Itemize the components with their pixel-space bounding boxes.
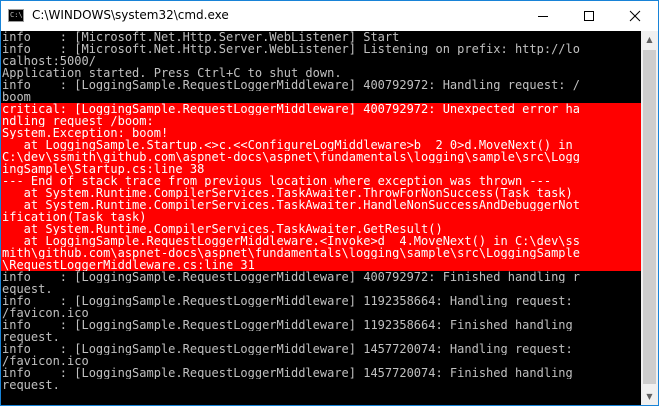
- minimize-button[interactable]: [520, 1, 566, 31]
- console-line: info : [LoggingSample.RequestLoggerMiddl…: [2, 343, 573, 355]
- title-bar[interactable]: C:\ C:\WINDOWS\system32\cmd.exe: [1, 1, 658, 31]
- console-line: /favicon.ico: [2, 355, 89, 367]
- close-icon: [629, 10, 641, 22]
- console-line: info : [LoggingSample.RequestLoggerMiddl…: [2, 271, 580, 283]
- window-title: C:\WINDOWS\system32\cmd.exe: [32, 8, 229, 22]
- console-error-line: ification(Task task): [1, 211, 641, 223]
- console-line: info : [LoggingSample.RequestLoggerMiddl…: [2, 295, 573, 307]
- console-error-line: at System.Runtime.CompilerServices.TaskA…: [1, 199, 641, 211]
- console-line: info : [Microsoft.Net.Http.Server.WebLis…: [2, 43, 580, 55]
- console-line: info : [Microsoft.Net.Http.Server.WebLis…: [2, 31, 400, 43]
- scroll-up-icon[interactable]: ▲: [641, 31, 658, 48]
- minimize-icon: [538, 16, 548, 17]
- console-error-line: C:\dev\ssmith\github.com\aspnet-docs\asp…: [1, 151, 641, 163]
- console-line: equest.: [2, 283, 53, 295]
- console-error-line: System.Exception: boom!: [1, 127, 641, 139]
- console-error-line: at LoggingSample.RequestLoggerMiddleware…: [1, 235, 641, 247]
- console-line: /favicon.ico: [2, 307, 89, 319]
- console-error-line: at System.Runtime.CompilerServices.TaskA…: [1, 223, 641, 235]
- console-line: request.: [2, 379, 60, 391]
- console-line: Application started. Press Ctrl+C to shu…: [2, 67, 342, 79]
- scroll-down-icon[interactable]: ▼: [641, 388, 658, 405]
- console-line: info : [LoggingSample.RequestLoggerMiddl…: [2, 319, 573, 331]
- console-error-line: ndling request /boom:: [1, 115, 641, 127]
- vertical-scrollbar[interactable]: ▲ ▼: [641, 31, 658, 405]
- console-line: calhost:5000/: [2, 55, 96, 67]
- console-error-line: --- End of stack trace from previous loc…: [1, 175, 641, 187]
- console-error-line: \RequestLoggerMiddleware.cs:line 31: [1, 259, 641, 271]
- maximize-icon: [584, 11, 594, 21]
- maximize-button[interactable]: [566, 1, 612, 31]
- console-error-line: at System.Runtime.CompilerServices.TaskA…: [1, 187, 641, 199]
- console-line: info : [LoggingSample.RequestLoggerMiddl…: [2, 367, 573, 379]
- console-line: info : [LoggingSample.RequestLoggerMiddl…: [2, 79, 580, 91]
- console-window: C:\ C:\WINDOWS\system32\cmd.exe info : […: [0, 0, 659, 406]
- scroll-thumb[interactable]: [643, 50, 656, 384]
- console-output[interactable]: info : [Microsoft.Net.Http.Server.WebLis…: [1, 31, 641, 405]
- console-line: boom: [2, 91, 31, 103]
- console-error-line: critical: [LoggingSample.RequestLoggerMi…: [1, 103, 641, 115]
- console-error-line: at LoggingSample.Startup.<>c.<<Configure…: [1, 139, 641, 151]
- console-error-line: ingSample\Startup.cs:line 38: [1, 163, 641, 175]
- cmd-icon[interactable]: C:\: [8, 9, 24, 22]
- close-button[interactable]: [612, 1, 658, 31]
- console-line: request.: [2, 331, 60, 343]
- console-error-line: mith\github.com\aspnet-docs\aspnet\funda…: [1, 247, 641, 259]
